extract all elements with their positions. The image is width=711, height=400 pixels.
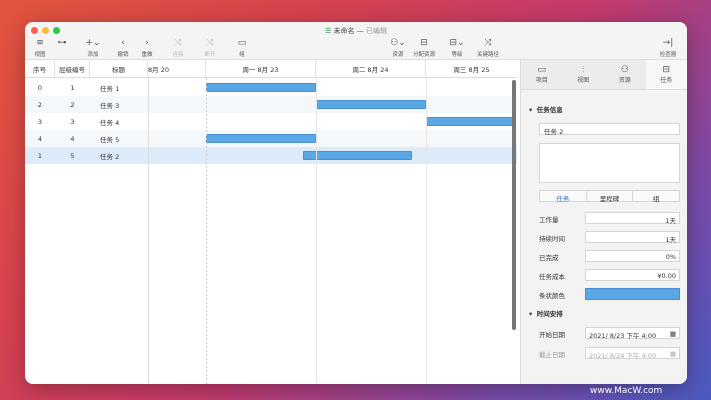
- field-value[interactable]: 1天: [585, 231, 680, 244]
- table-cell: 任务 1: [100, 84, 120, 93]
- gantt-bar[interactable]: [206, 134, 316, 143]
- gantt-bar[interactable]: [316, 100, 426, 109]
- calendar-icon[interactable]: ▦: [670, 350, 676, 358]
- redo-button[interactable]: › 重做: [132, 38, 162, 58]
- disconnect-icon: ⤨: [206, 38, 214, 48]
- plus-icon: +⌄: [85, 38, 101, 48]
- resource-icon: ⚇⌄: [390, 38, 406, 48]
- column-header[interactable]: 标题: [90, 60, 148, 77]
- section-schedule[interactable]: ▾ 时间安排: [529, 308, 563, 318]
- group-icon: ▭: [237, 38, 247, 48]
- field-value[interactable]: ¥0.00: [585, 269, 680, 281]
- field-label: 任务成本: [539, 273, 565, 281]
- connect-button[interactable]: ⤨ 连接: [163, 38, 193, 58]
- toolbar: ☰ 未命名 — 已编辑 ≡ 视图 ⊶ +⌄ 添加 ‹ 撤销 › 重做 ⤨ 连接 ⤨ 断开 ▭…: [25, 22, 687, 60]
- minimize-button[interactable]: [42, 27, 49, 34]
- project-icon: ▭: [537, 65, 546, 75]
- view-icon: ≡: [36, 38, 44, 48]
- column-header[interactable]: 序号: [25, 60, 55, 77]
- level-button[interactable]: ⊟⌄ 等级: [442, 38, 472, 58]
- date-header: 周一 8月 23: [206, 60, 316, 77]
- hierarchy-icon: ⊶: [57, 38, 67, 48]
- date-header: 8月 20: [148, 60, 206, 77]
- critical-path-button[interactable]: ⤨ 关键路径: [471, 38, 505, 58]
- table-cell: 0: [37, 83, 43, 92]
- date-header: 周二 8月 24: [316, 60, 426, 77]
- table-cell: 5: [70, 151, 75, 160]
- table-cell: 1: [37, 151, 43, 160]
- table-cell: 2: [37, 100, 43, 109]
- table-row[interactable]: 2 2 任务 3: [25, 96, 517, 113]
- segment-task[interactable]: 任务: [540, 191, 587, 203]
- level-icon: ⊟⌄: [449, 38, 465, 48]
- critical-path-icon: ⤨: [484, 38, 492, 48]
- start-date-label: 开始日期: [539, 331, 565, 339]
- segment-milestone[interactable]: 里程碑: [587, 191, 634, 203]
- assign-icon: ⊟: [420, 38, 428, 48]
- start-date-field[interactable]: 2021/ 8/23 下午 4:00 ▦: [585, 327, 680, 340]
- section-task-info[interactable]: ▾ 任务信息: [529, 104, 563, 114]
- gantt-bar[interactable]: [426, 117, 516, 126]
- assign-resource-button[interactable]: ⊟ 分配资源: [407, 38, 441, 58]
- end-date-field[interactable]: 2021/ 8/24 下午 4:00 ▦: [585, 347, 680, 360]
- table-cell: 1: [70, 83, 75, 92]
- task-name-field[interactable]: 任务 2: [539, 123, 680, 136]
- group-button[interactable]: ▭ 组: [227, 38, 257, 58]
- field-value[interactable]: 1天: [585, 212, 680, 225]
- window-title: ☰ 未命名 — 已编辑: [325, 27, 387, 35]
- gantt-bar[interactable]: [206, 83, 316, 92]
- table-cell: 3: [70, 117, 75, 126]
- disconnect-button[interactable]: ⤨ 断开: [195, 38, 225, 58]
- field-label: 条状颜色: [539, 292, 565, 300]
- inspector-button[interactable]: →| 检查器: [653, 38, 683, 58]
- inspector-icon: →|: [662, 38, 674, 48]
- close-button[interactable]: [31, 27, 38, 34]
- column-header[interactable]: 层级编号: [55, 60, 90, 77]
- calendar-icon[interactable]: ▦: [670, 330, 676, 338]
- tab-task[interactable]: ⊟ 任务: [645, 60, 687, 89]
- undo-icon: ‹: [121, 38, 125, 48]
- table-cell: 2: [70, 100, 75, 109]
- field-label: 持续时间: [539, 235, 565, 243]
- table-cell: 任务 5: [100, 135, 120, 144]
- table-cell: 3: [37, 117, 43, 126]
- notes-field[interactable]: [539, 143, 680, 183]
- table-cell: 4: [70, 134, 75, 143]
- connect-icon: ⤨: [174, 38, 182, 48]
- zoom-button[interactable]: [53, 27, 60, 34]
- table-row[interactable]: 1 5 任务 2: [25, 147, 517, 164]
- table-cell: 任务 4: [100, 118, 120, 127]
- table-row[interactable]: 0 1 任务 1: [25, 79, 517, 96]
- table-row[interactable]: 3 3 任务 4: [25, 113, 517, 130]
- table-header: 序号 层级编号 标题 8月 20 周一 8月 23 周二 8月 24 周三 8月…: [25, 60, 517, 78]
- table-cell: 任务 2: [100, 152, 120, 161]
- table-row[interactable]: 4 4 任务 5: [25, 130, 517, 147]
- scrollbar[interactable]: [512, 80, 516, 330]
- table-cell: 任务 3: [100, 101, 120, 110]
- app-window: ☰ 未命名 — 已编辑 ≡ 视图 ⊶ +⌄ 添加 ‹ 撤销 › 重做 ⤨ 连接 ⤨ 断开 ▭…: [25, 22, 687, 384]
- tab-view[interactable]: ⫶ 视图: [563, 60, 605, 89]
- table-cell: 4: [37, 134, 43, 143]
- date-header: 周三 8月 25: [453, 65, 490, 74]
- field-label: 工作量: [539, 216, 559, 224]
- people-icon: ⚇: [620, 65, 629, 75]
- task-type-segmented: 任务 里程碑 组: [539, 190, 680, 203]
- end-date-label: 截止日期: [539, 351, 565, 359]
- bar-color-well[interactable]: [585, 288, 680, 300]
- redo-icon: ›: [145, 38, 149, 48]
- segment-group[interactable]: 组: [633, 191, 679, 203]
- watermark: www.MacW.com: [590, 386, 663, 396]
- tab-project[interactable]: ▭ 项目: [521, 60, 563, 89]
- sliders-icon: ⫶: [582, 65, 585, 75]
- task-icon: ⊟: [662, 65, 671, 75]
- field-label: 已完成: [539, 254, 559, 262]
- field-value[interactable]: 0%: [585, 250, 680, 262]
- hierarchy-button[interactable]: ⊶: [47, 38, 77, 50]
- add-button[interactable]: +⌄ 添加: [78, 38, 108, 58]
- tab-resources[interactable]: ⚇ 资源: [604, 60, 646, 89]
- inspector-panel: ▭ 项目 ⫶ 视图 ⚇ 资源 ⊟ 任务 ▾ 任务信息 任务 2 任务 里程碑 组 工作量…: [520, 60, 687, 384]
- gantt-bar[interactable]: [303, 151, 412, 160]
